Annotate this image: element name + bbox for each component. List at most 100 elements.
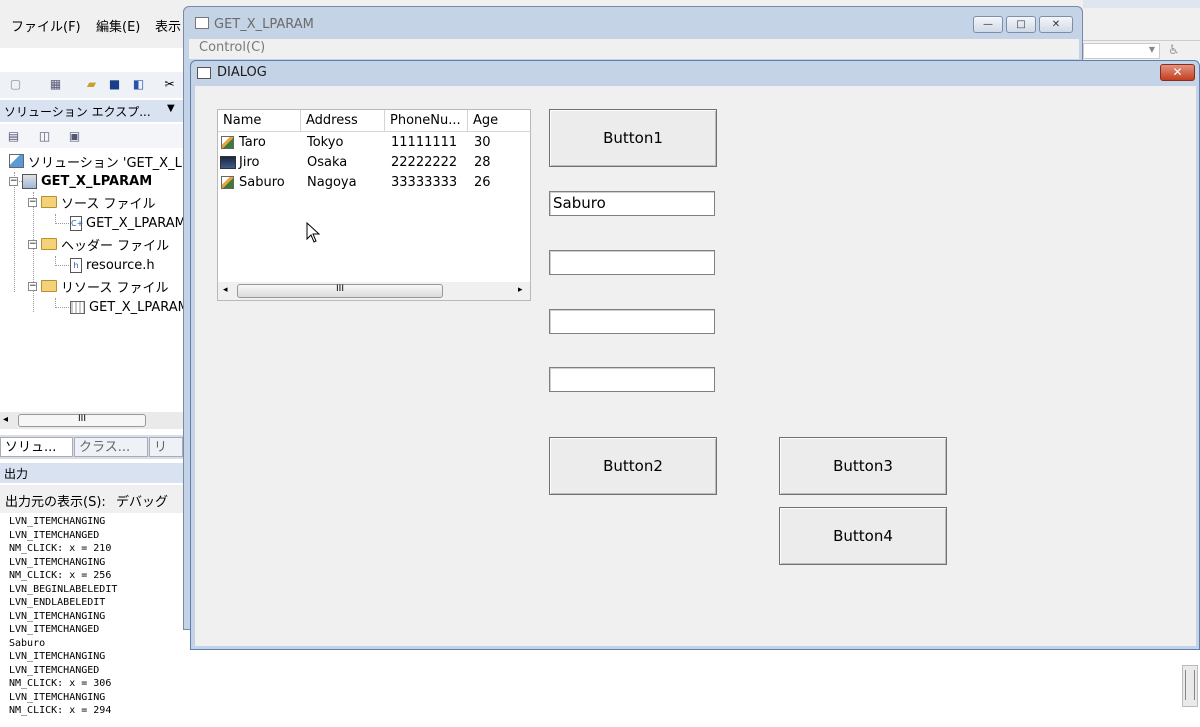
menu-control[interactable]: Control(C)	[199, 40, 265, 55]
folder-icon	[41, 280, 57, 292]
ide-toolbar: ▢ ▦ ▰ ■ ◧ ✂	[0, 72, 183, 98]
cut-icon[interactable]: ✂	[162, 77, 177, 92]
tab-class[interactable]: クラス...	[74, 437, 148, 457]
scroll-left-icon[interactable]: ◂	[3, 414, 8, 425]
list-row[interactable]: Saburo Nagoya 33333333 26	[218, 173, 530, 193]
tree-item-solution[interactable]: ソリューション 'GET_X_L	[9, 152, 182, 171]
tree-item-source-folder[interactable]: − ソース ファイル	[28, 193, 155, 212]
tree-item-resource-file[interactable]: GET_X_LPARAM	[70, 298, 189, 316]
menu-edit[interactable]: 編集(E)	[96, 16, 140, 35]
list-view[interactable]: Name Address PhoneNu... Age Taro Tokyo 1…	[217, 109, 531, 301]
dialog-client-area: Name Address PhoneNu... Age Taro Tokyo 1…	[195, 86, 1196, 646]
list-row[interactable]: Taro Tokyo 11111111 30	[218, 133, 530, 153]
edit-field-4[interactable]	[549, 367, 715, 392]
scroll-thumb[interactable]: III	[237, 284, 443, 298]
tree-item-project[interactable]: − GET_X_LPARAM	[9, 172, 152, 190]
column-header-age[interactable]: Age	[468, 110, 530, 132]
menu-view[interactable]: 表示	[155, 16, 181, 35]
new-project-icon[interactable]: ▢	[8, 77, 23, 92]
monitor-icon	[220, 156, 236, 169]
tree-item-label: リソース ファイル	[61, 280, 169, 296]
solution-hscrollbar[interactable]: ◂ III	[0, 412, 183, 429]
column-header-name[interactable]: Name	[218, 110, 301, 132]
output-line: LVN_ITEMCHANGED	[9, 664, 100, 676]
cpp-file-icon: C+	[70, 215, 83, 231]
tree-item-resource-folder[interactable]: − リソース ファイル	[28, 277, 169, 296]
resource-file-icon	[70, 300, 85, 314]
collapse-icon[interactable]: −	[28, 281, 37, 291]
minimize-button[interactable]: —	[973, 16, 1003, 33]
button2[interactable]: Button2	[549, 437, 717, 495]
dialog-title: DIALOG	[217, 65, 267, 80]
window-icon	[197, 67, 211, 79]
tab-resource[interactable]: リ	[149, 437, 183, 457]
solution-tree: ソリューション 'GET_X_L − GET_X_LPARAM − ソース ファ…	[0, 150, 189, 410]
tree-item-label: GET_X_LPARAM	[89, 299, 189, 315]
tab-solution[interactable]: ソリュ...	[0, 437, 73, 457]
maximize-button[interactable]: □	[1006, 16, 1036, 33]
properties-icon[interactable]: ▤	[6, 129, 21, 144]
tab-label: クラス...	[79, 440, 131, 455]
cell-name: Saburo	[239, 175, 285, 190]
output-line: LVN_ITEMCHANGING	[9, 516, 106, 527]
output-line: LVN_ITEMCHANGING	[9, 691, 106, 703]
tree-item-source-file[interactable]: C+ GET_X_LPARAM	[70, 214, 186, 232]
mouse-cursor-icon	[306, 222, 321, 243]
output-line: LVN_BEGINLABELEDIT	[9, 583, 118, 595]
right-scrollbar[interactable]	[1182, 665, 1198, 707]
chevron-down-icon: ▼	[1148, 45, 1155, 54]
tool-icon[interactable]: ♿	[1168, 43, 1180, 58]
dialog-close-button[interactable]: ✕	[1160, 64, 1195, 81]
cell-phone: 33333333	[391, 175, 458, 190]
collapse-icon[interactable]: −	[28, 197, 37, 207]
save-icon[interactable]: ■	[107, 77, 122, 92]
button3[interactable]: Button3	[779, 437, 947, 495]
pencil-icon	[221, 176, 234, 189]
collapse-icon[interactable]: −	[28, 239, 37, 249]
output-title: 出力	[4, 467, 29, 481]
minimize-icon: —	[983, 19, 993, 30]
tree-item-header-folder[interactable]: − ヘッダー ファイル	[28, 235, 169, 254]
edit-field-3[interactable]	[549, 309, 715, 334]
output-line: NM_CLICK: x = 256	[9, 570, 112, 581]
cell-address: Osaka	[307, 155, 348, 170]
output-log: LVN_ITEMCHANGING LVN_ITEMCHANGED NM_CLICK:…	[0, 515, 183, 727]
column-header-address[interactable]: Address	[301, 110, 385, 132]
menu-file[interactable]: ファイル(F)	[11, 16, 81, 35]
output-line: LVN_ITEMCHANGING	[9, 610, 106, 622]
maximize-icon: □	[1016, 19, 1026, 30]
chevron-down-icon[interactable]: ▼	[167, 103, 175, 114]
tab-label: ソリュ...	[5, 440, 57, 455]
button4[interactable]: Button4	[779, 507, 947, 565]
output-line: LVN_ITEMCHANGED	[9, 529, 100, 541]
edit-field-1[interactable]: Saburo	[549, 191, 715, 216]
output-line: NM_CLICK: x = 294	[9, 705, 112, 716]
column-header-phone[interactable]: PhoneNu...	[385, 110, 468, 132]
cell-phone: 22222222	[391, 155, 458, 170]
solution-icon	[9, 154, 24, 168]
cell-phone: 11111111	[391, 135, 458, 150]
cell-age: 28	[474, 155, 491, 170]
list-row[interactable]: Jiro Osaka 22222222 28	[218, 153, 530, 173]
show-all-files-icon[interactable]: ◫	[37, 129, 52, 144]
button1[interactable]: Button1	[549, 109, 717, 167]
output-line: LVN_ENDLABELEDIT	[9, 597, 106, 608]
add-item-icon[interactable]: ▦	[48, 77, 63, 92]
close-button[interactable]: ✕	[1039, 16, 1073, 33]
output-source-label: 出力元の表示(S):	[5, 495, 106, 510]
config-combo[interactable]: ▼	[1083, 43, 1160, 59]
ide-toolbar-strip	[1083, 0, 1200, 8]
scroll-thumb[interactable]: III	[18, 414, 146, 427]
open-folder-icon[interactable]: ▰	[84, 77, 99, 92]
cell-name: Taro	[239, 135, 266, 150]
refresh-icon[interactable]: ▣	[67, 129, 82, 144]
list-hscrollbar[interactable]: ◂ III ▸	[218, 282, 530, 300]
tree-item-header-file[interactable]: h resource.h	[70, 256, 155, 274]
save-all-icon[interactable]: ◧	[131, 77, 146, 92]
edit-field-2[interactable]	[549, 250, 715, 275]
scroll-right-icon[interactable]: ▸	[518, 285, 523, 295]
tree-item-label: GET_X_LPARAM	[41, 173, 153, 189]
scroll-left-icon[interactable]: ◂	[223, 285, 228, 295]
output-source-select[interactable]: デバッグ	[116, 491, 168, 510]
collapse-icon[interactable]: −	[9, 176, 18, 186]
